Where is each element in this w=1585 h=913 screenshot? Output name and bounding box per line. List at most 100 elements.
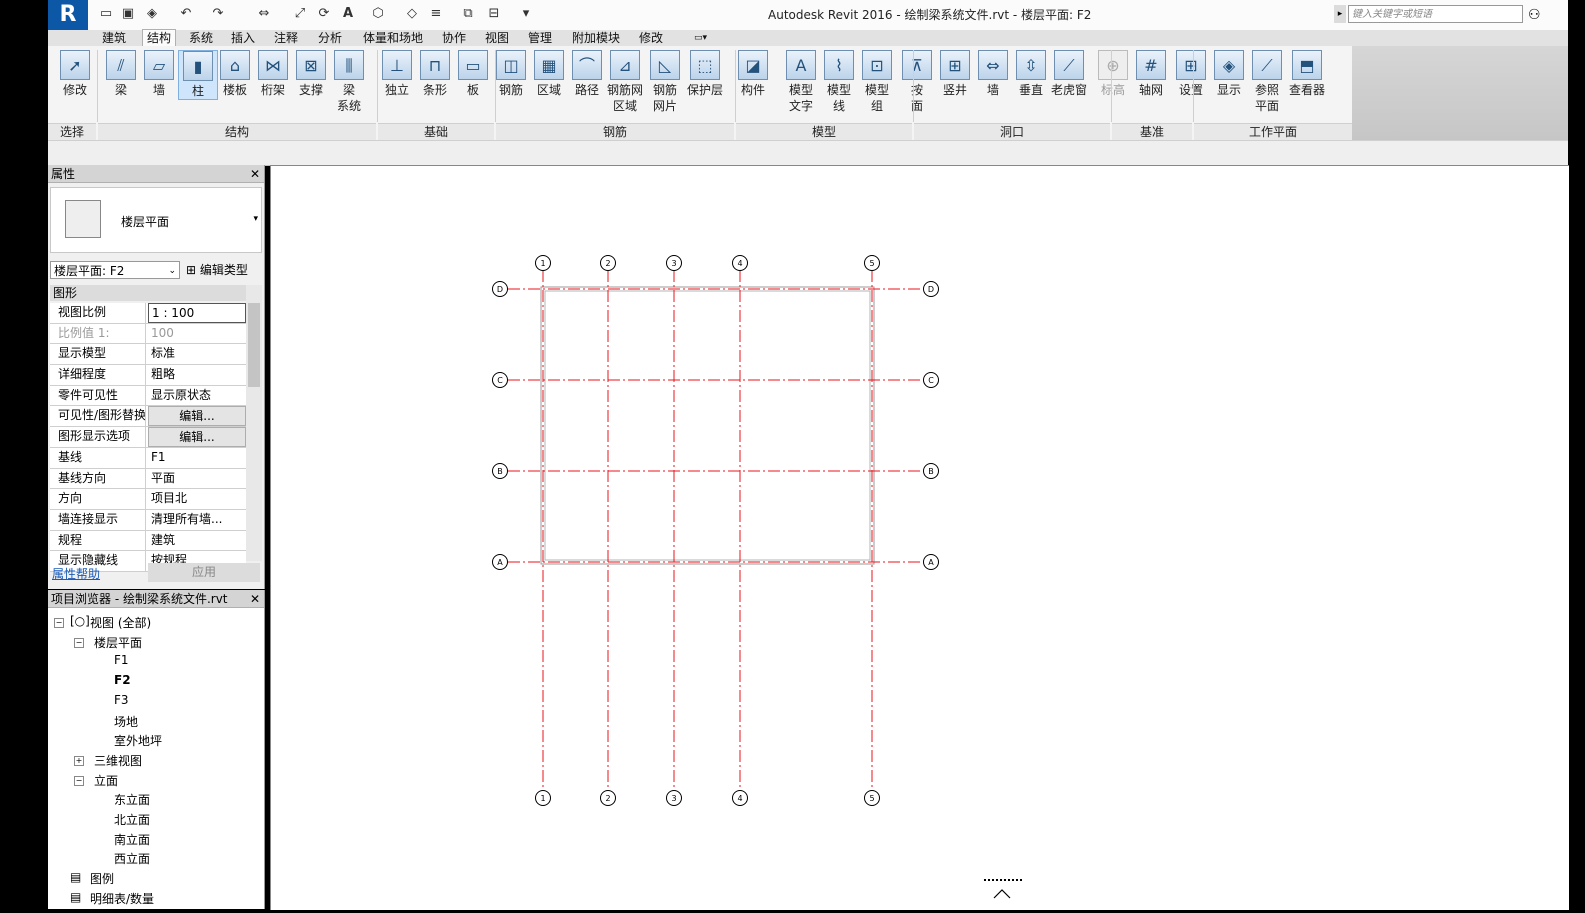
ribbon-button-ref-plane[interactable]: ⟋ 参照 平面 [1248,50,1286,114]
ribbon-button-model-text[interactable]: A 模型 文字 [782,50,820,114]
tab-massing-site[interactable]: 体量和场地 [363,30,423,46]
save-icon[interactable]: ▣ [120,6,136,22]
tab-view[interactable]: 视图 [485,30,509,46]
tab-annotate[interactable]: 注释 [274,30,298,46]
browser-item[interactable]: 南立面 [114,831,150,848]
ribbon-button-floor[interactable]: ⌂ 楼板 [216,50,254,98]
3d-view-icon[interactable]: ⬡ [370,6,386,22]
property-value[interactable]: 标准 [148,344,246,364]
ribbon-button-wall[interactable]: ▱ 墙 [140,50,178,98]
tab-modify[interactable]: 修改 [639,30,663,46]
ribbon-button-set[interactable]: ⊞ 设置 [1172,50,1210,98]
ribbon-button-area[interactable]: ▦ 区域 [530,50,568,98]
ribbon-button-truss[interactable]: ⋈ 桁架 [254,50,292,98]
search-input[interactable]: 键入关键字或短语 [1348,5,1523,23]
tab-systems[interactable]: 系统 [189,30,213,46]
sync-icon[interactable]: ◈ [144,6,160,22]
measure-icon[interactable]: ⇔ [256,6,272,22]
ribbon-button-level[interactable]: ⊕ 标高 [1094,50,1132,98]
ribbon-button-isolated-footing[interactable]: ⊥ 独立 [378,50,416,98]
view-instance-select[interactable]: 楼层平面: F2 ⌄ [50,261,180,279]
tab-architecture[interactable]: 建筑 [102,30,126,46]
ribbon-button-wall-footing[interactable]: ⊓ 条形 [416,50,454,98]
browser-item[interactable]: 立面 [94,772,118,789]
floor-plan-drawing[interactable]: 1 1 2 2 3 3 4 4 5 5 D D C C B B A A [271,166,1569,910]
tab-structure[interactable]: 结构 [142,29,177,47]
browser-item[interactable]: 视图 (全部) [90,614,151,631]
ribbon-button-rebar[interactable]: ◫ 钢筋 [492,50,530,98]
tab-collaborate[interactable]: 协作 [442,30,466,46]
ribbon-panel-label[interactable]: 工作平面 [1194,123,1352,140]
ribbon-button-shaft[interactable]: ⊞ 竖井 [936,50,974,98]
browser-item[interactable]: 北立面 [114,811,150,828]
browser-item[interactable]: F3 [114,693,129,707]
browser-item[interactable]: 三维视图 [94,752,142,769]
ribbon-button-component[interactable]: ◪ 构件 [734,50,772,98]
property-value[interactable]: 平面 [148,469,246,489]
dimension-icon[interactable]: ⤢ [292,6,308,22]
edit-button[interactable]: 编辑... [148,406,246,427]
collapse-icon[interactable]: − [74,775,84,786]
tab-manage[interactable]: 管理 [528,30,552,46]
tag-icon[interactable]: ⟳ [316,6,332,22]
close-hidden-icon[interactable]: ⧉ [460,6,476,22]
expand-icon[interactable]: + [74,755,84,766]
ribbon-button-beam-system[interactable]: ⫼ 梁 系统 [330,50,368,114]
property-value[interactable]: 建筑 [148,531,246,551]
browser-item[interactable]: 图例 [90,870,114,887]
properties-help-link[interactable]: 属性帮助 [52,565,100,582]
ribbon-button-path[interactable]: ⌒ 路径 [568,50,606,98]
close-icon[interactable]: ✕ [250,165,260,183]
edit-button[interactable]: 编辑... [148,427,246,447]
section-icon[interactable]: ◇ [404,6,420,22]
browser-item[interactable]: F2 [114,673,131,687]
ribbon-panel-label[interactable]: 模型 [736,123,912,140]
scrollbar-thumb[interactable] [248,303,260,387]
binoculars-icon[interactable]: ⚇ [1528,5,1548,25]
ribbon-button-grid[interactable]: # 轴网 [1132,50,1170,98]
browser-item[interactable]: 明细表/数量 [90,890,154,907]
property-value[interactable]: 粗略 [148,365,246,385]
search-expand-icon[interactable]: ▸ [1334,5,1346,23]
browser-item[interactable]: 室外地坪 [114,732,162,749]
browser-item[interactable]: 东立面 [114,791,150,808]
property-value[interactable]: 1 : 100 [148,303,246,323]
ribbon-button-fabric-area[interactable]: ⊿ 钢筋网 区域 [606,50,644,114]
ribbon-button-model-group[interactable]: ⊡ 模型 组 [858,50,896,114]
property-value[interactable]: 清理所有墙... [148,510,246,530]
ribbon-button-beam[interactable]: ⫽ 梁 [102,50,140,98]
browser-item[interactable]: 场地 [114,713,138,730]
property-value[interactable]: 显示原状态 [148,386,246,406]
undo-icon[interactable]: ↶ [178,6,194,22]
ribbon-button-vertical[interactable]: ⇳ 垂直 [1012,50,1050,98]
close-icon[interactable]: ✕ [250,590,260,608]
ribbon-button-brace[interactable]: ⊠ 支撑 [292,50,330,98]
ribbon-button-by-face[interactable]: ⊼ 按 面 [898,50,936,114]
ribbon-panel-label[interactable]: 基础 [378,123,494,140]
tab-insert[interactable]: 插入 [231,30,255,46]
ribbon-minimize-icon[interactable]: ▭▾ [694,30,707,46]
ribbon-button-column[interactable]: ▮ 柱 [178,50,218,100]
edit-type-button[interactable]: ⊞ 编辑类型 [186,261,262,279]
category-graphics-header[interactable]: 图形 ⌃ [50,285,262,301]
browser-item[interactable]: 楼层平面 [94,634,142,651]
ribbon-button-show[interactable]: ◈ 显示 [1210,50,1248,98]
thin-lines-icon[interactable]: ≡ [428,6,444,22]
ribbon-panel-label[interactable]: 洞口 [914,123,1110,140]
ribbon-panel-label[interactable]: 基准 [1112,123,1192,140]
ribbon-button-cursor[interactable]: ➚ 修改 [56,50,94,98]
ribbon-button-wall-opening[interactable]: ⇔ 墙 [974,50,1012,98]
open-icon[interactable]: ▭ [98,6,114,22]
ribbon-panel-label[interactable]: 钢筋 [496,123,734,140]
tab-addins[interactable]: 附加模块 [572,30,620,46]
ribbon-button-cover[interactable]: ⬚ 保护层 [686,50,724,98]
property-value[interactable]: 项目北 [148,489,246,509]
revit-app-button[interactable]: R [48,0,88,30]
ribbon-button-slab[interactable]: ▭ 板 [454,50,492,98]
drawing-canvas[interactable]: 1 1 2 2 3 3 4 4 5 5 D D C C B B A A [270,165,1569,910]
redo-icon[interactable]: ↷ [210,6,226,22]
property-value[interactable]: F1 [148,448,246,468]
ribbon-button-model-line[interactable]: ⌇ 模型 线 [820,50,858,114]
collapse-icon[interactable]: − [54,618,64,628]
ribbon-button-dormer[interactable]: ⟋ 老虎窗 [1050,50,1088,98]
